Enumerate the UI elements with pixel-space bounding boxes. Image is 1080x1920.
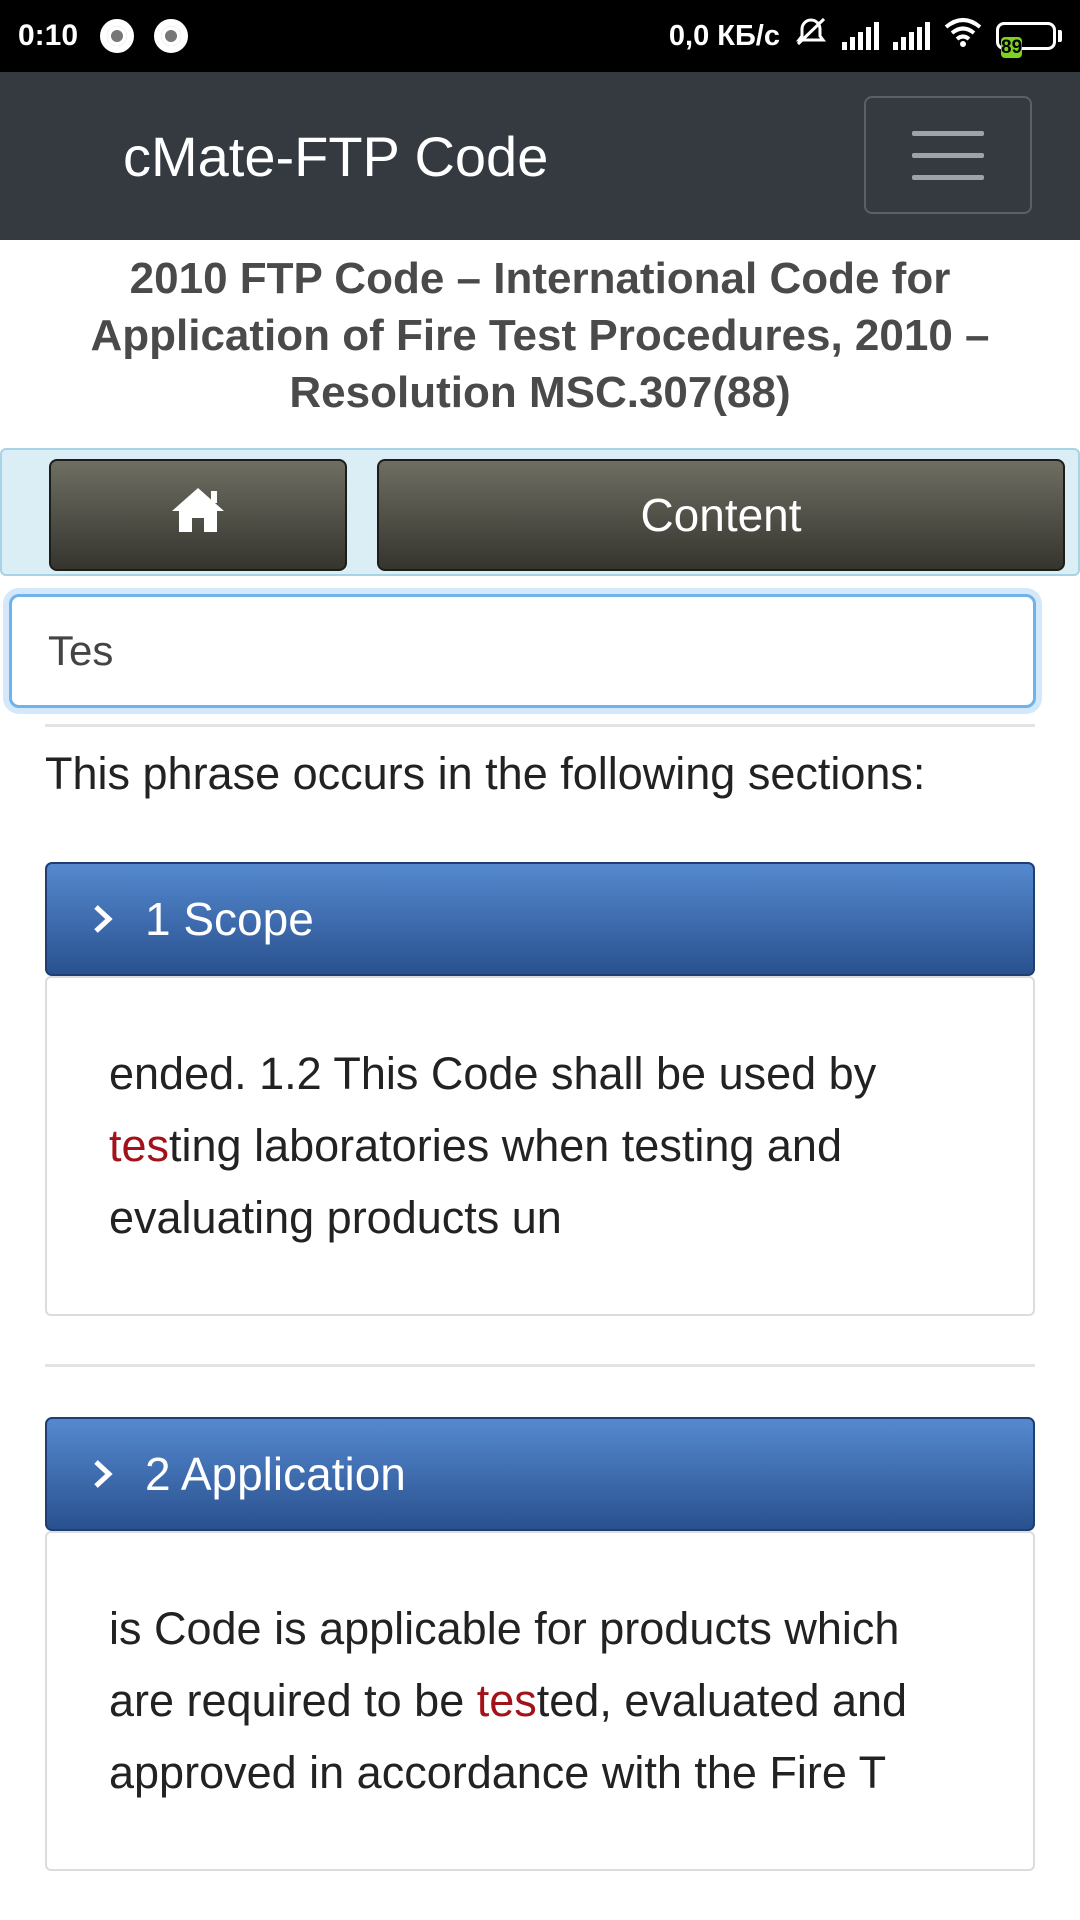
result-header-scope[interactable]: 1 Scope — [45, 862, 1035, 976]
result-snippet: ended. 1.2 This Code shall be used by te… — [45, 976, 1035, 1316]
nav-bar: Content — [0, 448, 1080, 576]
notification-icon — [100, 19, 135, 53]
notification-icon — [154, 19, 189, 53]
status-time: 0:10 — [18, 19, 79, 52]
app-header: cMate-FTP Code — [0, 72, 1080, 240]
snippet-text: ting laboratories when testing and evalu… — [109, 1120, 842, 1243]
snippet-highlight: tes — [109, 1120, 170, 1171]
document-title: 2010 FTP Code – International Code for A… — [90, 254, 990, 417]
divider — [45, 1364, 1035, 1367]
network-speed: 0,0 КБ/с — [668, 19, 780, 52]
wifi-icon — [944, 17, 982, 55]
search-input[interactable] — [9, 594, 1036, 708]
result-header-application[interactable]: 2 Application — [45, 1417, 1035, 1531]
status-bar: 0:10 0,0 КБ/с 89 — [0, 0, 1080, 72]
results-lead-text: This phrase occurs in the following sect… — [45, 748, 926, 799]
status-indicators: 0,0 КБ/с 89 — [668, 16, 1062, 58]
content-button[interactable]: Content — [377, 459, 1065, 571]
battery-level: 89 — [1001, 37, 1023, 58]
divider — [45, 724, 1035, 727]
battery-icon: 89 — [996, 22, 1062, 58]
app-title[interactable]: cMate-FTP Code — [123, 124, 548, 189]
snippet-text: ended. 1.2 This Code shall be used by — [109, 1048, 877, 1099]
menu-toggle-button[interactable] — [864, 96, 1032, 214]
result-title: 2 Application — [145, 1448, 406, 1500]
signal-icon — [893, 22, 930, 50]
chevron-right-icon — [83, 899, 123, 939]
result-title: 1 Scope — [145, 893, 314, 945]
home-icon — [169, 485, 227, 546]
snippet-highlight: tes — [476, 1675, 537, 1726]
result-snippet: is Code is applicable for products which… — [45, 1531, 1035, 1871]
home-button[interactable] — [49, 459, 347, 571]
signal-icon — [842, 22, 879, 50]
chevron-right-icon — [83, 1454, 123, 1494]
alarm-off-icon — [794, 16, 828, 56]
